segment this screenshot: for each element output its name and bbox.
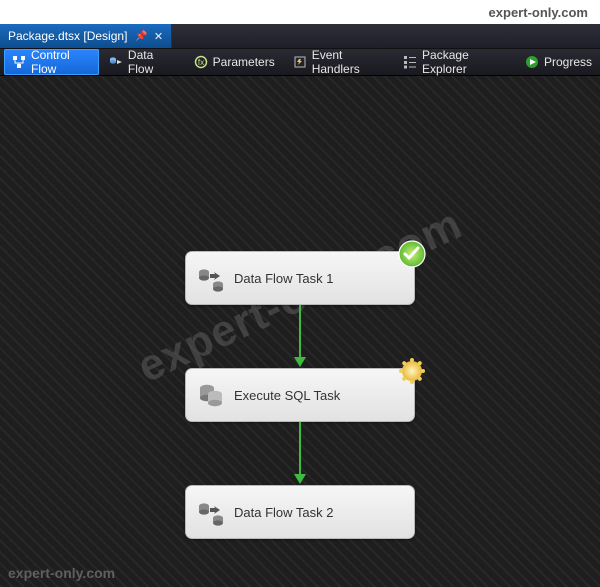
toolbar-label: Parameters	[213, 55, 275, 69]
tab-progress[interactable]: Progress	[517, 49, 600, 75]
document-tab-title: Package.dtsx [Design]	[8, 29, 127, 43]
toolbar-label: Package Explorer	[422, 48, 507, 76]
ssis-designer-window: Package.dtsx [Design] 📌 ✕ Control Flow D…	[0, 24, 600, 587]
tab-package-explorer[interactable]: Package Explorer	[395, 49, 515, 75]
document-tab-active[interactable]: Package.dtsx [Design] 📌 ✕	[0, 24, 172, 48]
package-explorer-icon	[403, 55, 417, 69]
task-label: Data Flow Task 1	[234, 271, 333, 286]
svg-text:fx: fx	[198, 58, 204, 67]
document-tabbar: Package.dtsx [Design] 📌 ✕	[0, 24, 600, 48]
brand-text: expert-only.com	[489, 5, 588, 20]
connector-arrow[interactable]	[299, 305, 301, 357]
status-running-icon	[398, 357, 426, 385]
watermark-corner: expert-only.com	[8, 565, 115, 581]
tab-event-handlers[interactable]: Event Handlers	[285, 49, 393, 75]
execute-sql-task-icon	[196, 381, 224, 409]
parameters-icon: fx	[194, 55, 208, 69]
data-flow-task-icon	[196, 498, 224, 526]
pin-icon[interactable]: 📌	[135, 31, 147, 42]
toolbar-label: Progress	[544, 55, 592, 69]
status-success-icon	[398, 240, 426, 268]
toolbar-label: Data Flow	[128, 48, 176, 76]
designer-toolbar: Control Flow Data Flow fx Parameters Eve…	[0, 48, 600, 76]
close-tab-icon[interactable]: ✕	[154, 30, 163, 43]
tab-data-flow[interactable]: Data Flow	[101, 49, 184, 75]
task-label: Data Flow Task 2	[234, 505, 333, 520]
task-label: Execute SQL Task	[234, 388, 340, 403]
connector-arrow[interactable]	[299, 422, 301, 474]
brand-header: expert-only.com	[0, 0, 600, 24]
data-flow-icon	[109, 55, 123, 69]
task-node[interactable]: Data Flow Task 2	[185, 485, 415, 539]
data-flow-task-icon	[196, 264, 224, 292]
task-node[interactable]: Data Flow Task 1	[185, 251, 415, 305]
event-handlers-icon	[293, 55, 307, 69]
control-flow-canvas[interactable]: expert-only.com Data Flow Task 1	[0, 76, 600, 587]
control-flow-icon	[12, 55, 26, 69]
connector-arrowhead	[294, 357, 306, 367]
toolbar-label: Event Handlers	[312, 48, 385, 76]
tab-parameters[interactable]: fx Parameters	[186, 49, 283, 75]
tab-control-flow[interactable]: Control Flow	[4, 49, 99, 75]
task-node[interactable]: Execute SQL Task	[185, 368, 415, 422]
progress-icon	[525, 55, 539, 69]
toolbar-label: Control Flow	[31, 48, 91, 76]
connector-arrowhead	[294, 474, 306, 484]
